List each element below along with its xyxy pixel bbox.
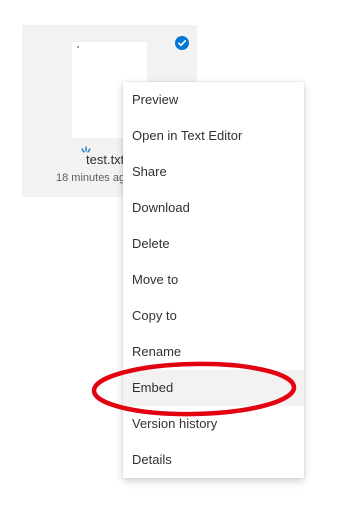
menu-item-details[interactable]: Details: [123, 442, 304, 478]
thumbnail-text-mark: [77, 46, 79, 48]
menu-item-version-history[interactable]: Version history: [123, 406, 304, 442]
menu-item-copy-to[interactable]: Copy to: [123, 298, 304, 334]
file-modified-time: 18 minutes ago: [56, 172, 132, 184]
menu-item-move-to[interactable]: Move to: [123, 262, 304, 298]
menu-item-download[interactable]: Download: [123, 190, 304, 226]
menu-item-preview[interactable]: Preview: [123, 82, 304, 118]
menu-item-open-in-text-editor[interactable]: Open in Text Editor: [123, 118, 304, 154]
menu-item-rename[interactable]: Rename: [123, 334, 304, 370]
menu-item-delete[interactable]: Delete: [123, 226, 304, 262]
selected-checkmark-icon[interactable]: [175, 36, 189, 50]
file-name[interactable]: test.txt: [86, 152, 124, 167]
menu-item-embed[interactable]: Embed: [123, 370, 304, 406]
context-menu: Preview Open in Text Editor Share Downlo…: [123, 82, 304, 478]
menu-item-share[interactable]: Share: [123, 154, 304, 190]
stage: test.txt 18 minutes ago Preview Open in …: [0, 0, 364, 512]
